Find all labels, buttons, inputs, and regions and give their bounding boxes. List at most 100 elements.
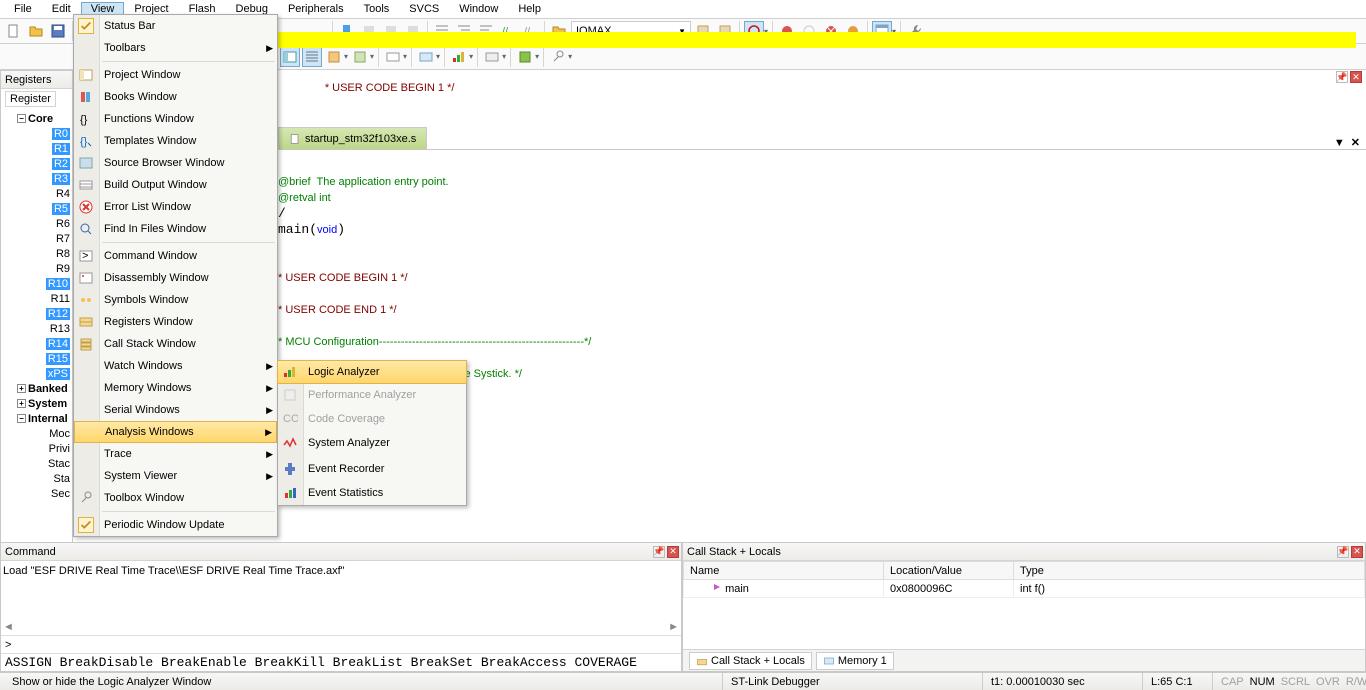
menu-item-project-window[interactable]: Project Window	[74, 64, 277, 86]
submenu-item-event-statistics[interactable]: Event Statistics	[278, 481, 466, 505]
callstack-table[interactable]: Name Location/Value Type main 0x0800096C…	[683, 561, 1365, 649]
callstack-tabs: Call Stack + Locals Memory 1	[683, 649, 1365, 671]
open-icon[interactable]	[26, 21, 46, 41]
save-icon[interactable]	[48, 21, 68, 41]
menu-item-disassembly-window[interactable]: Disassembly Window	[74, 267, 277, 289]
reg-group-core[interactable]: −Core	[3, 111, 70, 126]
reg-r4[interactable]: R4	[3, 186, 70, 201]
scroll-right-icon[interactable]: ►	[668, 621, 679, 633]
menu-item-error-list-window[interactable]: Error List Window	[74, 196, 277, 218]
status-ind-scrl: SCRL	[1281, 676, 1310, 688]
reg-r8[interactable]: R8	[3, 246, 70, 261]
reg-group-label: Core	[28, 113, 53, 125]
bottom-dock: Command 📌✕ Load "ESF DRIVE Real Time Tra…	[0, 542, 1366, 672]
reg-group-system[interactable]: +System	[3, 396, 70, 411]
menu-item-toolbox-window[interactable]: Toolbox Window	[74, 487, 277, 509]
reg-group-banked[interactable]: +Banked	[3, 381, 70, 396]
tree-toggle-icon[interactable]: +	[17, 384, 26, 393]
menu-item-memory-windows[interactable]: Memory Windows▶	[74, 377, 277, 399]
reg-label: Privi	[49, 443, 70, 455]
menu-item-command-window[interactable]: >Command Window	[74, 245, 277, 267]
close-icon[interactable]: ✕	[667, 546, 679, 558]
reg-r10[interactable]: R10	[3, 276, 70, 291]
reg-r9[interactable]: R9	[3, 261, 70, 276]
menu-item-find-in-files-window[interactable]: Find In Files Window	[74, 218, 277, 240]
pin-icon[interactable]: 📌	[653, 546, 665, 558]
reg-r1[interactable]: R1	[3, 141, 70, 156]
menu-item-call-stack-window[interactable]: Call Stack Window	[74, 333, 277, 355]
reg-r7[interactable]: R7	[3, 231, 70, 246]
status-debugger: ST-Link Debugger	[722, 673, 982, 690]
reg-label: R10	[46, 278, 70, 290]
reg-r13[interactable]: R13	[3, 321, 70, 336]
editor-tab-active[interactable]: startup_stm32f103xe.s	[278, 127, 427, 149]
reg-r12[interactable]: R12	[3, 306, 70, 321]
reg-r3[interactable]: R3	[3, 171, 70, 186]
new-file-icon[interactable]	[4, 21, 24, 41]
reg-label: R6	[56, 218, 70, 230]
submenu-item-system-analyzer[interactable]: System Analyzer	[278, 431, 466, 455]
reg-r14[interactable]: R14	[3, 336, 70, 351]
reg-sec[interactable]: Sec	[3, 486, 70, 501]
menu-item-status-bar[interactable]: Status Bar	[74, 15, 277, 37]
pin-icon[interactable]: 📌	[1336, 71, 1348, 83]
menu-item-system-viewer[interactable]: System Viewer▶	[74, 465, 277, 487]
tab-dropdown-icon[interactable]: ▼	[1334, 137, 1345, 149]
err-icon	[78, 199, 94, 215]
col-loc[interactable]: Location/Value	[884, 562, 1014, 580]
reg-moc[interactable]: Moc	[3, 426, 70, 441]
close-icon[interactable]: ✕	[1351, 546, 1363, 558]
pin-icon[interactable]: 📌	[1337, 546, 1349, 558]
menu-item-label: Toolbars	[104, 42, 146, 54]
tab-memory[interactable]: Memory 1	[816, 652, 894, 670]
menu-item-periodic-window-update[interactable]: Periodic Window Update	[74, 514, 277, 536]
submenu-item-event-recorder[interactable]: Event Recorder	[278, 457, 466, 481]
submenu-icon	[282, 435, 298, 451]
close-icon[interactable]: ✕	[1350, 71, 1362, 83]
menu-item-books-window[interactable]: Books Window	[74, 86, 277, 108]
reg-label: R14	[46, 338, 70, 350]
menu-item-toolbars[interactable]: Toolbars▶	[74, 37, 277, 59]
reg-r2[interactable]: R2	[3, 156, 70, 171]
reg-r0[interactable]: R0	[3, 126, 70, 141]
register-tree[interactable]: −CoreR0R1R2R3R4R5R6R7R8R9R10R11R12R13R14…	[1, 109, 72, 503]
menu-item-watch-windows[interactable]: Watch Windows▶	[74, 355, 277, 377]
tab-callstack[interactable]: Call Stack + Locals	[689, 652, 812, 670]
reg-r5[interactable]: R5	[3, 201, 70, 216]
menu-item-templates-window[interactable]: {}Templates Window	[74, 130, 277, 152]
reg-label: R9	[56, 263, 70, 275]
col-name[interactable]: Name	[684, 562, 884, 580]
tab-close-icon[interactable]: ✕	[1351, 136, 1360, 149]
check-icon	[78, 18, 94, 34]
menu-item-symbols-window[interactable]: Symbols Window	[74, 289, 277, 311]
submenu-item-logic-analyzer[interactable]: Logic Analyzer	[277, 360, 467, 384]
command-output[interactable]: Load "ESF DRIVE Real Time Trace\\ESF DRI…	[1, 561, 681, 635]
col-type[interactable]: Type	[1014, 562, 1365, 580]
submenu-label: Event Statistics	[308, 487, 383, 499]
menu-item-registers-window[interactable]: Registers Window	[74, 311, 277, 333]
tree-toggle-icon[interactable]: +	[17, 399, 26, 408]
menu-item-trace[interactable]: Trace▶	[74, 443, 277, 465]
reg-r15[interactable]: R15	[3, 351, 70, 366]
reg-sta[interactable]: Sta	[3, 471, 70, 486]
reg-r11[interactable]: R11	[3, 291, 70, 306]
menu-item-serial-windows[interactable]: Serial Windows▶	[74, 399, 277, 421]
reg-privi[interactable]: Privi	[3, 441, 70, 456]
tree-toggle-icon[interactable]: −	[17, 114, 26, 123]
status-ind-num: NUM	[1250, 676, 1275, 688]
command-prompt[interactable]: >	[1, 635, 681, 653]
scroll-left-icon[interactable]: ◄	[3, 621, 14, 633]
menu-item-analysis-windows[interactable]: Analysis Windows▶	[74, 421, 277, 443]
callstack-row[interactable]: main 0x0800096C int f()	[684, 580, 1365, 598]
reg-r6[interactable]: R6	[3, 216, 70, 231]
menu-file[interactable]: File	[4, 2, 42, 16]
reg-group-internal[interactable]: −Internal	[3, 411, 70, 426]
tree-toggle-icon[interactable]: −	[17, 414, 26, 423]
submenu-arrow-icon: ▶	[266, 449, 273, 460]
highlight-bar	[278, 32, 1356, 48]
reg-stac[interactable]: Stac	[3, 456, 70, 471]
menu-item-build-output-window[interactable]: Build Output Window	[74, 174, 277, 196]
reg-xps[interactable]: xPS	[3, 366, 70, 381]
menu-item-source-browser-window[interactable]: Source Browser Window	[74, 152, 277, 174]
menu-item-functions-window[interactable]: {}Functions Window	[74, 108, 277, 130]
